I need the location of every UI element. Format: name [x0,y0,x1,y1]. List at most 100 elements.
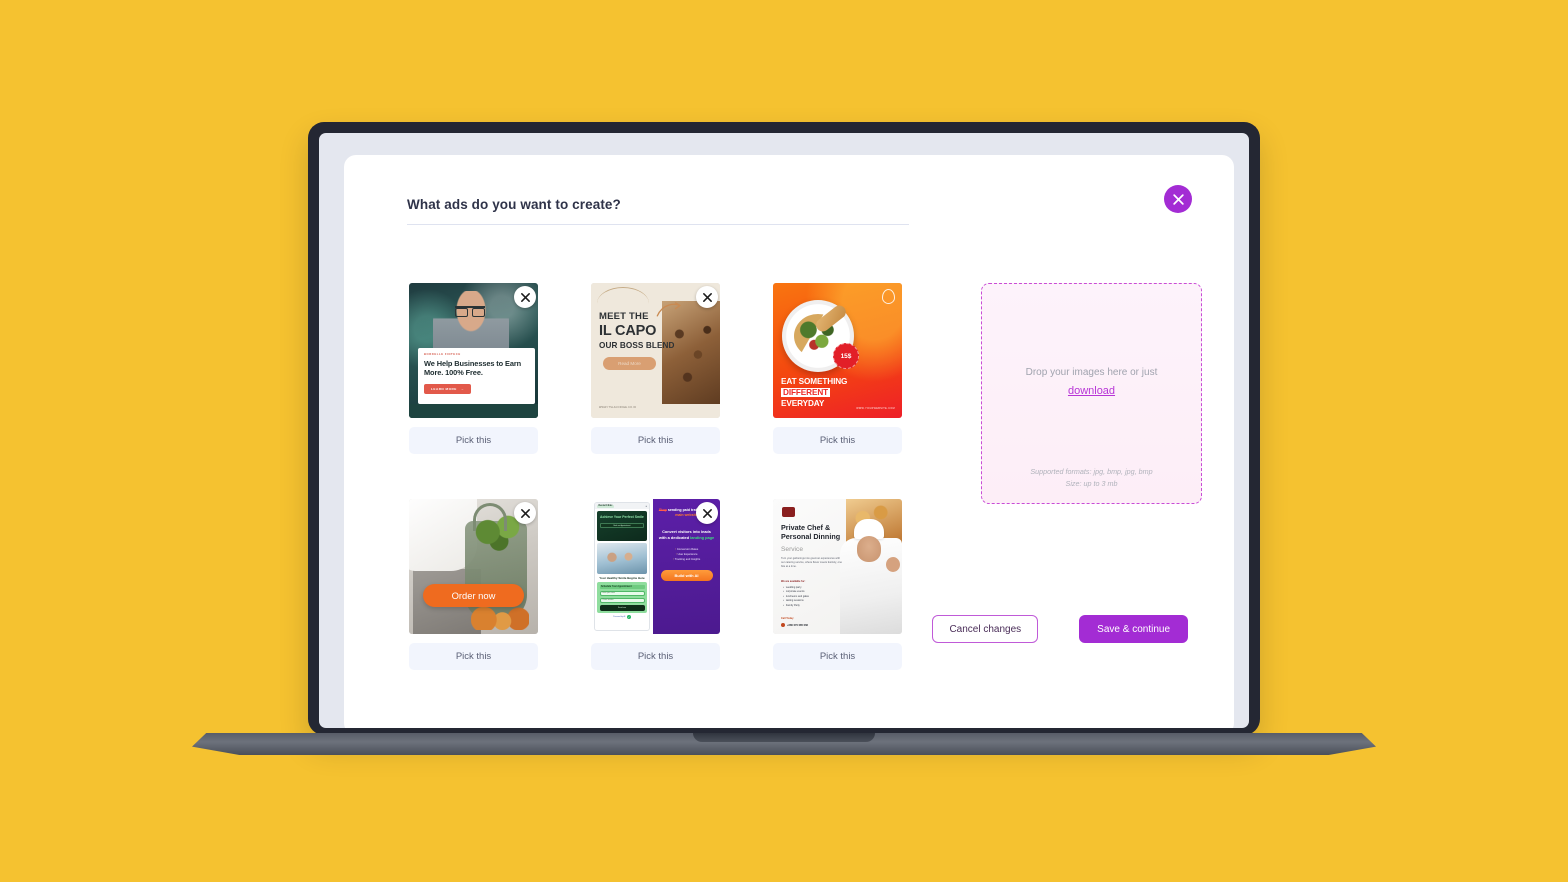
clinic-photo [597,543,647,574]
location-pin-icon [882,289,895,304]
brand-logo-icon [782,507,795,517]
pick-this-button[interactable]: Pick this [409,643,538,670]
chef-hand [886,557,900,572]
ad-cta: LEARN MORE → [424,384,472,395]
laptop-mockup: What ads do you want to create? BORDELLE… [192,122,1376,755]
benefit-item: ↑ Tracking and Insights [658,557,715,562]
ad-card-private-chef[interactable]: Private Chef & Personal Dinning Service … [773,499,902,670]
ad-cta: Read More [603,357,656,370]
pick-this-button[interactable]: Pick this [591,427,720,454]
pick-this-button[interactable]: Pick this [409,427,538,454]
ad-card-coffee[interactable]: MEET THE IL CAPO OUR BOSS BLEND Read Mor… [591,283,720,454]
ad-cta-label: LEARN MORE [431,387,457,392]
close-glyph [1172,193,1184,205]
ads-grid: BORDELLE FINTECH We Help Businesses to E… [409,283,902,670]
chef-face [857,536,881,562]
call-label: Call Today [781,617,794,620]
ad-kicker: BORDELLE FINTECH [424,353,461,356]
modal-actions: Cancel changes Save & continue [932,615,1188,643]
hero-title: Achieve Your Perfect Smile [600,515,644,519]
remove-ad-button[interactable] [696,286,718,308]
ad-url: WWW.YOURWEBSITE.COM [856,407,895,410]
promo-subhead: Convert visitors into leads with a dedic… [658,529,715,540]
clinic-logo: Dental Clinic [597,504,614,508]
close-glyph [520,292,530,302]
promo-subhead-accent: landing page [690,534,715,540]
close-glyph [520,508,530,518]
max-size: Size: up to 3 mb [1065,478,1118,488]
phone-number: +680 070 085 066 [781,623,808,627]
close-glyph [702,508,712,518]
save-button[interactable]: Save & continue [1079,615,1188,643]
ad-line-1: EAT SOMETHING [781,377,848,386]
phone-field: Phone number [599,597,645,603]
ad-line-3: EVERYDAY [781,399,825,408]
remove-ad-button[interactable] [514,286,536,308]
ad-thumbnail[interactable]: Order now [409,499,538,634]
bag-handle [473,503,507,531]
pick-this-button[interactable]: Pick this [773,427,902,454]
ad-headline: We Help Businesses to Earn More. 100% Fr… [424,359,522,378]
phone-subtitle: Your Healthy Smile Begins Here [599,576,645,580]
ad-card-grocery[interactable]: Order now Pick this [409,499,538,670]
appointment-form: Schedule Your Appointment Enter your nam… [597,582,647,614]
benefit-label: Conversion Rates [676,548,699,551]
ad-thumbnail[interactable]: 15$ EAT SOMETHING DIFFERENT EVERYDAY WWW… [773,283,902,418]
upload-dropzone[interactable]: Drop your images here or just download S… [981,283,1202,504]
close-icon[interactable] [1164,185,1192,213]
promo-headline-accent: main website [675,513,698,518]
ad-card-food[interactable]: 15$ EAT SOMETHING DIFFERENT EVERYDAY WWW… [773,283,902,454]
ad-url: WWW.ITSLACOFFEE.CO.ID [599,406,637,409]
footer-bar [409,404,538,418]
vegetables-detail [471,604,529,630]
laptop-screen: What ads do you want to create? BORDELLE… [319,133,1249,728]
download-link[interactable]: download [1068,385,1115,397]
dropzone-hint: Drop your images here or just [1025,366,1158,378]
hamburger-icon: ≡ [645,504,647,508]
phone-icon [781,623,785,627]
powered-by-badge: Powered by AI ✓ [595,615,649,620]
ad-thumbnail[interactable]: MEET THE IL CAPO OUR BOSS BLEND Read Mor… [591,283,720,418]
ad-thumbnail[interactable]: BORDELLE FINTECH We Help Businesses to E… [409,283,538,418]
availability-label: We are available for: [781,580,806,583]
arrow-right-icon: → [460,387,465,392]
close-glyph [702,292,712,302]
ad-subtitle: Service [781,546,803,553]
modal-header: What ads do you want to create? [407,197,909,225]
arrow-curve-icon [656,302,681,317]
phone-hero: Achieve Your Perfect Smile Book an Appoi… [597,511,647,541]
ad-description: Turn your gatherings into gourmet experi… [781,557,842,569]
ad-thumbnail[interactable]: Private Chef & Personal Dinning Service … [773,499,902,634]
ad-line-2: IL CAPO [599,323,657,339]
ad-title: Private Chef & Personal Dinning [781,523,841,542]
glasses-detail [455,306,485,317]
phone-number-label: +680 070 085 066 [787,623,808,627]
dropzone-meta: Supported formats: jpg, bmp, jpg, bmp Si… [982,466,1201,490]
pick-this-button[interactable]: Pick this [591,643,720,670]
ad-card-fintech[interactable]: BORDELLE FINTECH We Help Businesses to E… [409,283,538,454]
submit-button: Send now [599,605,645,611]
powered-label: Powered by AI [613,616,626,619]
pick-this-button[interactable]: Pick this [773,643,902,670]
form-title: Schedule Your Appointment [599,584,645,589]
ad-cta: Order now [423,584,524,607]
cancel-button[interactable]: Cancel changes [932,615,1039,643]
promo-cta: Build with AI [660,570,713,581]
remove-ad-button[interactable] [696,502,718,524]
benefit-label: Tracking and Insights [674,558,701,561]
supported-formats: Supported formats: jpg, bmp, jpg, bmp [1030,466,1153,476]
laptop-base-notch [693,733,875,742]
phone-topbar: Dental Clinic ≡ [595,503,649,509]
ad-line-3: OUR BOSS BLEND [599,341,675,350]
laptop-base [192,733,1376,755]
ad-copy-panel: BORDELLE FINTECH We Help Businesses to E… [418,348,535,404]
name-field: Enter your name [599,590,645,596]
service-list: wedding party corporate events luncheons… [783,586,809,608]
phone-preview: Dental Clinic ≡ Achieve Your Perfect Smi… [591,499,653,634]
create-ads-modal: What ads do you want to create? BORDELLE… [344,155,1234,728]
ad-card-landing-page[interactable]: Dental Clinic ≡ Achieve Your Perfect Smi… [591,499,720,670]
page-title: What ads do you want to create? [407,197,621,212]
ad-thumbnail[interactable]: Dental Clinic ≡ Achieve Your Perfect Smi… [591,499,720,634]
hero-button: Book an Appointment [600,523,644,529]
remove-ad-button[interactable] [514,502,536,524]
